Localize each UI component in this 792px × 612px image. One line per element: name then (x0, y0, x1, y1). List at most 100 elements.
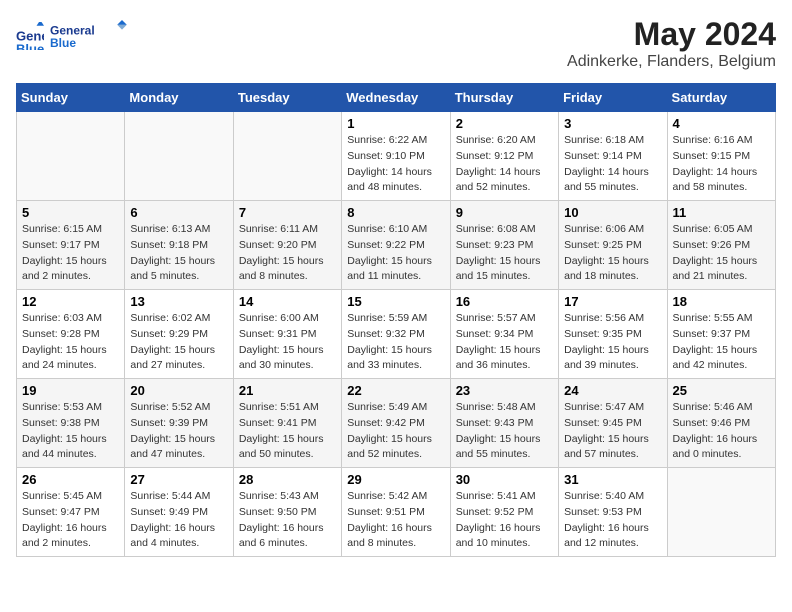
calendar-cell: 13 Sunrise: 6:02 AMSunset: 9:29 PMDaylig… (125, 290, 233, 379)
weekday-header-row: Sunday Monday Tuesday Wednesday Thursday… (17, 84, 776, 112)
calendar-cell: 8 Sunrise: 6:10 AMSunset: 9:22 PMDayligh… (342, 201, 450, 290)
day-detail: Sunrise: 5:53 AMSunset: 9:38 PMDaylight:… (22, 400, 119, 463)
svg-text:Blue: Blue (50, 36, 76, 50)
calendar-cell (125, 112, 233, 201)
day-detail: Sunrise: 5:45 AMSunset: 9:47 PMDaylight:… (22, 489, 119, 552)
day-detail: Sunrise: 5:51 AMSunset: 9:41 PMDaylight:… (239, 400, 336, 463)
day-number: 15 (347, 294, 444, 309)
day-detail: Sunrise: 6:03 AMSunset: 9:28 PMDaylight:… (22, 311, 119, 374)
day-number: 10 (564, 205, 661, 220)
day-detail: Sunrise: 5:59 AMSunset: 9:32 PMDaylight:… (347, 311, 444, 374)
day-number: 13 (130, 294, 227, 309)
day-number: 27 (130, 472, 227, 487)
day-number: 5 (22, 205, 119, 220)
day-number: 21 (239, 383, 336, 398)
day-number: 14 (239, 294, 336, 309)
day-number: 12 (22, 294, 119, 309)
header-sunday: Sunday (17, 84, 125, 112)
header-tuesday: Tuesday (233, 84, 341, 112)
page-header: General Blue General Blue May 2024 Adink… (16, 16, 776, 71)
day-number: 18 (673, 294, 770, 309)
day-detail: Sunrise: 5:40 AMSunset: 9:53 PMDaylight:… (564, 489, 661, 552)
calendar-cell: 27 Sunrise: 5:44 AMSunset: 9:49 PMDaylig… (125, 468, 233, 557)
calendar-cell: 18 Sunrise: 5:55 AMSunset: 9:37 PMDaylig… (667, 290, 775, 379)
svg-text:General: General (50, 23, 95, 37)
day-number: 9 (456, 205, 553, 220)
day-detail: Sunrise: 6:00 AMSunset: 9:31 PMDaylight:… (239, 311, 336, 374)
calendar-cell (667, 468, 775, 557)
calendar-cell: 5 Sunrise: 6:15 AMSunset: 9:17 PMDayligh… (17, 201, 125, 290)
day-number: 4 (673, 116, 770, 131)
header-friday: Friday (559, 84, 667, 112)
calendar-cell: 22 Sunrise: 5:49 AMSunset: 9:42 PMDaylig… (342, 379, 450, 468)
calendar-cell: 21 Sunrise: 5:51 AMSunset: 9:41 PMDaylig… (233, 379, 341, 468)
logo: General Blue General Blue (16, 16, 130, 56)
day-detail: Sunrise: 5:46 AMSunset: 9:46 PMDaylight:… (673, 400, 770, 463)
calendar-cell: 2 Sunrise: 6:20 AMSunset: 9:12 PMDayligh… (450, 112, 558, 201)
calendar-cell: 30 Sunrise: 5:41 AMSunset: 9:52 PMDaylig… (450, 468, 558, 557)
day-detail: Sunrise: 5:47 AMSunset: 9:45 PMDaylight:… (564, 400, 661, 463)
calendar-cell: 1 Sunrise: 6:22 AMSunset: 9:10 PMDayligh… (342, 112, 450, 201)
day-detail: Sunrise: 6:10 AMSunset: 9:22 PMDaylight:… (347, 222, 444, 285)
day-number: 1 (347, 116, 444, 131)
day-detail: Sunrise: 5:48 AMSunset: 9:43 PMDaylight:… (456, 400, 553, 463)
day-detail: Sunrise: 5:41 AMSunset: 9:52 PMDaylight:… (456, 489, 553, 552)
day-number: 6 (130, 205, 227, 220)
week-row-2: 5 Sunrise: 6:15 AMSunset: 9:17 PMDayligh… (17, 201, 776, 290)
calendar-cell (17, 112, 125, 201)
calendar-cell: 25 Sunrise: 5:46 AMSunset: 9:46 PMDaylig… (667, 379, 775, 468)
title-block: May 2024 Adinkerke, Flanders, Belgium (567, 16, 776, 71)
calendar-cell: 9 Sunrise: 6:08 AMSunset: 9:23 PMDayligh… (450, 201, 558, 290)
calendar-cell: 23 Sunrise: 5:48 AMSunset: 9:43 PMDaylig… (450, 379, 558, 468)
calendar-cell: 24 Sunrise: 5:47 AMSunset: 9:45 PMDaylig… (559, 379, 667, 468)
calendar-cell: 17 Sunrise: 5:56 AMSunset: 9:35 PMDaylig… (559, 290, 667, 379)
calendar-cell: 7 Sunrise: 6:11 AMSunset: 9:20 PMDayligh… (233, 201, 341, 290)
day-number: 31 (564, 472, 661, 487)
header-monday: Monday (125, 84, 233, 112)
calendar-cell: 11 Sunrise: 6:05 AMSunset: 9:26 PMDaylig… (667, 201, 775, 290)
day-detail: Sunrise: 5:44 AMSunset: 9:49 PMDaylight:… (130, 489, 227, 552)
calendar-title: May 2024 (567, 16, 776, 53)
logo-bird: General Blue (50, 16, 130, 56)
day-detail: Sunrise: 6:22 AMSunset: 9:10 PMDaylight:… (347, 133, 444, 196)
week-row-3: 12 Sunrise: 6:03 AMSunset: 9:28 PMDaylig… (17, 290, 776, 379)
header-thursday: Thursday (450, 84, 558, 112)
day-number: 28 (239, 472, 336, 487)
day-number: 16 (456, 294, 553, 309)
day-detail: Sunrise: 6:06 AMSunset: 9:25 PMDaylight:… (564, 222, 661, 285)
day-number: 20 (130, 383, 227, 398)
day-detail: Sunrise: 5:42 AMSunset: 9:51 PMDaylight:… (347, 489, 444, 552)
day-detail: Sunrise: 6:16 AMSunset: 9:15 PMDaylight:… (673, 133, 770, 196)
day-number: 24 (564, 383, 661, 398)
day-number: 2 (456, 116, 553, 131)
svg-text:Blue: Blue (16, 42, 44, 50)
day-detail: Sunrise: 5:52 AMSunset: 9:39 PMDaylight:… (130, 400, 227, 463)
day-number: 29 (347, 472, 444, 487)
day-detail: Sunrise: 6:08 AMSunset: 9:23 PMDaylight:… (456, 222, 553, 285)
day-number: 8 (347, 205, 444, 220)
calendar-cell: 28 Sunrise: 5:43 AMSunset: 9:50 PMDaylig… (233, 468, 341, 557)
week-row-4: 19 Sunrise: 5:53 AMSunset: 9:38 PMDaylig… (17, 379, 776, 468)
day-detail: Sunrise: 6:05 AMSunset: 9:26 PMDaylight:… (673, 222, 770, 285)
day-detail: Sunrise: 6:13 AMSunset: 9:18 PMDaylight:… (130, 222, 227, 285)
calendar-cell: 29 Sunrise: 5:42 AMSunset: 9:51 PMDaylig… (342, 468, 450, 557)
day-detail: Sunrise: 6:20 AMSunset: 9:12 PMDaylight:… (456, 133, 553, 196)
day-detail: Sunrise: 6:15 AMSunset: 9:17 PMDaylight:… (22, 222, 119, 285)
calendar-cell: 20 Sunrise: 5:52 AMSunset: 9:39 PMDaylig… (125, 379, 233, 468)
week-row-1: 1 Sunrise: 6:22 AMSunset: 9:10 PMDayligh… (17, 112, 776, 201)
day-number: 7 (239, 205, 336, 220)
calendar-cell: 10 Sunrise: 6:06 AMSunset: 9:25 PMDaylig… (559, 201, 667, 290)
calendar-cell: 4 Sunrise: 6:16 AMSunset: 9:15 PMDayligh… (667, 112, 775, 201)
day-number: 26 (22, 472, 119, 487)
day-number: 23 (456, 383, 553, 398)
calendar-cell: 26 Sunrise: 5:45 AMSunset: 9:47 PMDaylig… (17, 468, 125, 557)
day-number: 17 (564, 294, 661, 309)
week-row-5: 26 Sunrise: 5:45 AMSunset: 9:47 PMDaylig… (17, 468, 776, 557)
day-number: 3 (564, 116, 661, 131)
calendar-cell: 19 Sunrise: 5:53 AMSunset: 9:38 PMDaylig… (17, 379, 125, 468)
day-number: 19 (22, 383, 119, 398)
logo-icon: General Blue (16, 22, 44, 50)
calendar-table: Sunday Monday Tuesday Wednesday Thursday… (16, 83, 776, 557)
day-detail: Sunrise: 6:02 AMSunset: 9:29 PMDaylight:… (130, 311, 227, 374)
calendar-cell (233, 112, 341, 201)
